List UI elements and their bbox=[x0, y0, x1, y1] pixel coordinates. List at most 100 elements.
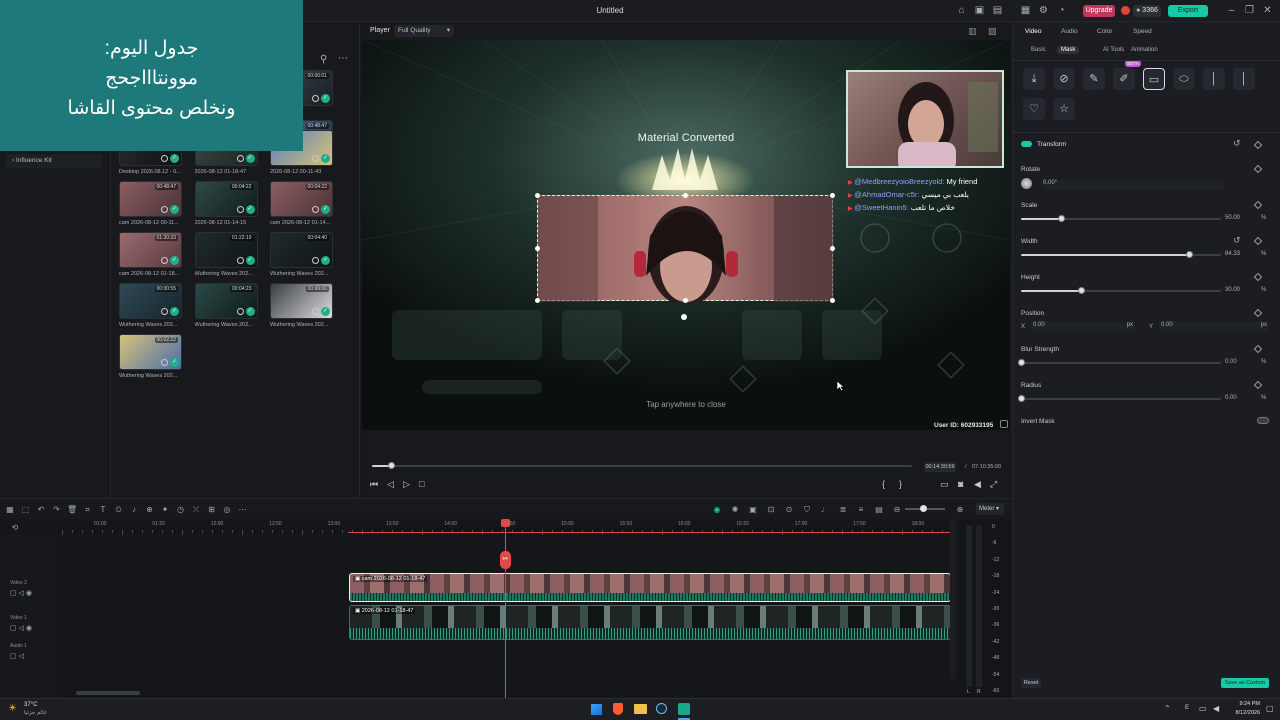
render-icon[interactable]: ◉ bbox=[712, 505, 722, 515]
media-thumbnail[interactable]: 00:00:55 ✓ bbox=[119, 283, 182, 319]
height-slider[interactable] bbox=[1021, 287, 1221, 294]
radius-slider[interactable] bbox=[1018, 395, 1221, 402]
mask-handle-left[interactable] bbox=[535, 246, 540, 251]
preview-icon[interactable] bbox=[161, 155, 168, 162]
tool-b-icon[interactable]: ⊡ bbox=[766, 505, 776, 515]
mic-icon[interactable]: ♩ bbox=[820, 505, 830, 515]
subtab-basic[interactable]: Basic bbox=[1027, 46, 1050, 54]
list-icon[interactable]: ≣ bbox=[838, 505, 848, 515]
home-icon[interactable]: ⌂ bbox=[956, 5, 967, 16]
windows-start-icon[interactable] bbox=[591, 704, 602, 715]
prev-frame-icon[interactable]: ⏮ bbox=[370, 479, 378, 490]
mask-none-icon[interactable]: ⊘ bbox=[1053, 68, 1075, 90]
media-thumbnail[interactable]: 00:04:40 ✓ bbox=[270, 232, 333, 268]
tool-a-icon[interactable]: ▣ bbox=[748, 505, 758, 515]
grid-icon[interactable]: ▦ bbox=[5, 505, 15, 515]
upgrade-button[interactable]: Upgrade bbox=[1083, 5, 1115, 17]
meter-select[interactable]: Meter ▾ bbox=[976, 503, 1004, 515]
list-2-icon[interactable]: ≡ bbox=[856, 505, 866, 515]
tab-color[interactable]: Color bbox=[1097, 28, 1113, 35]
transform-toggle[interactable] bbox=[1021, 141, 1032, 147]
playhead-handle[interactable] bbox=[501, 519, 510, 527]
steam-icon[interactable] bbox=[656, 703, 667, 714]
mask-handle-bottom[interactable] bbox=[683, 298, 688, 303]
ai-icon[interactable]: ✦ bbox=[160, 505, 170, 515]
export-button[interactable]: Export bbox=[1168, 5, 1208, 17]
mask-brush-icon[interactable]: ✐ bbox=[1113, 68, 1135, 90]
keyframe-icon[interactable] bbox=[1253, 200, 1263, 210]
blur-value[interactable]: 0.00 bbox=[1225, 359, 1237, 365]
media-thumbnail[interactable]: 00:04:23 ✓ bbox=[194, 283, 258, 319]
filmora-icon[interactable] bbox=[678, 703, 690, 715]
audio-track-controls-icon[interactable]: ▢ ◁ bbox=[10, 652, 24, 660]
close-icon[interactable]: ✕ bbox=[1262, 5, 1273, 16]
sidebar-item-influence-kit[interactable]: › Influence Kit bbox=[6, 154, 102, 168]
rotate-input[interactable]: 0.00° bbox=[1043, 180, 1223, 190]
media-thumbnail[interactable]: 01:30:33 ✓ bbox=[119, 232, 182, 268]
vertical-scrollbar[interactable] bbox=[950, 519, 956, 679]
radius-value[interactable]: 0.00 bbox=[1225, 395, 1237, 401]
ai-audio-icon[interactable]: ✺ bbox=[730, 505, 740, 515]
tab-audio[interactable]: Audio bbox=[1061, 28, 1078, 35]
preview-icon[interactable] bbox=[161, 359, 168, 366]
undo-icon[interactable]: ↶ bbox=[36, 505, 46, 515]
subtab-animation[interactable]: Animation bbox=[1127, 46, 1162, 54]
reset-button[interactable]: Reset bbox=[1021, 678, 1041, 688]
mask-pen-icon[interactable]: ✎ bbox=[1083, 68, 1105, 90]
zoom-in-icon[interactable]: ⊕ bbox=[955, 505, 965, 515]
redo-icon[interactable]: ↷ bbox=[52, 505, 62, 515]
zoom-out-icon[interactable]: ⊖ bbox=[892, 505, 902, 515]
video-preview[interactable]: Material Converted Tap anywhere to close… bbox=[362, 40, 1010, 430]
stop-icon[interactable]: □ bbox=[419, 479, 424, 489]
snapshot-icon[interactable]: ▨ bbox=[988, 26, 997, 37]
keyframe-icon[interactable] bbox=[1253, 272, 1263, 282]
more-icon[interactable]: ⋯ bbox=[238, 505, 248, 515]
compare-icon[interactable]: ▥ bbox=[968, 26, 977, 37]
play-icon[interactable]: ▷ bbox=[403, 479, 410, 490]
webcam-overlay[interactable] bbox=[846, 70, 1004, 168]
clock-time[interactable]: 9:24 PM bbox=[1236, 701, 1260, 707]
media-item[interactable]: 00:04:40 ✓ Wuthering Waves 202... bbox=[270, 232, 336, 277]
mask-ellipse-icon[interactable]: ⬭ bbox=[1173, 68, 1195, 90]
zoom-in-icon[interactable]: ⊕ bbox=[145, 505, 155, 515]
zoom-slider-knob[interactable] bbox=[920, 505, 927, 512]
preview-icon[interactable] bbox=[236, 155, 244, 162]
grid-icon[interactable]: ▦ bbox=[1020, 5, 1031, 16]
media-item[interactable]: 00:04:22 ✓ cam 2026-08-12 01-14... bbox=[270, 181, 336, 226]
preview-icon[interactable] bbox=[161, 257, 168, 264]
slider-knob[interactable] bbox=[1058, 215, 1065, 222]
tab-speed[interactable]: Speed bbox=[1133, 28, 1152, 35]
preview-icon[interactable] bbox=[312, 308, 319, 315]
language-indicator[interactable]: E bbox=[1185, 705, 1189, 711]
subtab-mask[interactable]: Mask bbox=[1057, 46, 1080, 54]
preview-icon[interactable] bbox=[236, 308, 244, 315]
slider-knob[interactable] bbox=[1018, 359, 1025, 366]
slider-knob[interactable] bbox=[1186, 251, 1193, 258]
preview-icon[interactable] bbox=[312, 257, 319, 264]
weather-text[interactable]: غائم جزئيا bbox=[24, 710, 47, 716]
tab-video[interactable]: Video bbox=[1025, 28, 1042, 35]
horizontal-scrollbar[interactable] bbox=[76, 691, 140, 695]
media-item[interactable]: 00:04:22 ✓ 2026-08-12 01-14-15 bbox=[194, 181, 261, 226]
save-icon[interactable]: ▣ bbox=[974, 5, 985, 16]
filter-icon[interactable]: ⚲ bbox=[320, 54, 327, 65]
speed-icon[interactable]: ⏲ bbox=[114, 505, 124, 515]
brave-browser-icon[interactable] bbox=[613, 703, 623, 715]
media-thumbnail[interactable]: 00:02:22 ✓ bbox=[119, 334, 182, 370]
preview-icon[interactable] bbox=[236, 257, 244, 264]
video-1-clip[interactable]: ▣ 2026-08-12 01-18-47 bbox=[349, 605, 951, 640]
maximize-icon[interactable]: ❐ bbox=[1244, 5, 1255, 16]
media-item[interactable]: 00:02:22 ✓ Wuthering Waves 202... bbox=[119, 334, 185, 379]
clock-date[interactable]: 8/12/2026 bbox=[1228, 710, 1260, 716]
track-1-controls-icon[interactable]: ▢ ◁ ◉ bbox=[10, 624, 32, 632]
audio-icon[interactable]: ♪ bbox=[129, 505, 139, 515]
preview-icon[interactable] bbox=[161, 308, 168, 315]
preview-icon[interactable] bbox=[312, 95, 319, 102]
subtab-ai-tools[interactable]: AI Tools bbox=[1099, 46, 1128, 54]
media-thumbnail[interactable]: 00:04:22 ✓ bbox=[270, 181, 333, 217]
keyframe-icon[interactable] bbox=[1253, 236, 1263, 246]
mask-line-icon[interactable]: │ bbox=[1203, 68, 1225, 90]
mask-handle-tr[interactable] bbox=[830, 193, 835, 198]
media-item[interactable]: 01:22:10 ✓ Wuthering Waves 202... bbox=[194, 232, 261, 277]
link-icon[interactable]: ⟲ bbox=[10, 523, 20, 533]
